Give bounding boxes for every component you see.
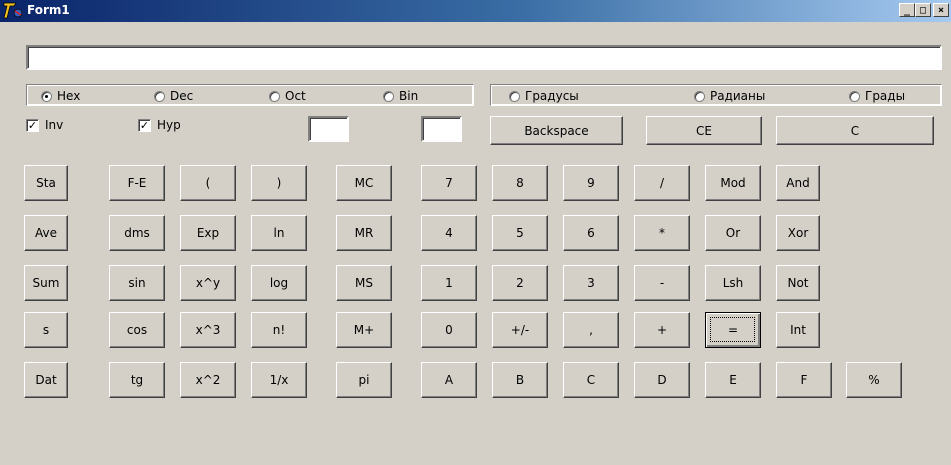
equals-button[interactable]: =: [705, 312, 761, 348]
digit-4-button[interactable]: 4: [421, 215, 477, 251]
checkbox-hyp-box[interactable]: ✓: [138, 118, 151, 132]
maximize-button[interactable]: □: [915, 3, 931, 17]
title-bar[interactable]: Form1 _ □ ×: [0, 0, 951, 22]
radio-radians-label: Радианы: [710, 89, 766, 103]
digit-0-button[interactable]: 0: [421, 312, 477, 348]
checkbox-inv-label: Inv: [45, 118, 64, 132]
memory-indicator-box: [308, 116, 349, 142]
window-title: Form1: [27, 3, 70, 17]
radio-oct-dot[interactable]: [269, 90, 280, 102]
mc-button[interactable]: MC: [336, 165, 392, 201]
subtract-button[interactable]: -: [634, 265, 690, 301]
radio-hex[interactable]: Hex: [41, 89, 80, 103]
hex-e-button[interactable]: E: [705, 362, 761, 398]
backspace-button[interactable]: Backspace: [490, 116, 623, 145]
fe-button[interactable]: F-E: [109, 165, 165, 201]
checkbox-inv-box[interactable]: ✓: [26, 118, 39, 132]
x-squared-button[interactable]: x^2: [180, 362, 236, 398]
display-field[interactable]: [26, 45, 942, 70]
digit-5-button[interactable]: 5: [492, 215, 548, 251]
digit-6-button[interactable]: 6: [563, 215, 619, 251]
xor-button[interactable]: Xor: [776, 215, 820, 251]
and-button[interactable]: And: [776, 165, 820, 201]
reciprocal-button[interactable]: 1/x: [251, 362, 307, 398]
radio-grads-label: Грады: [865, 89, 906, 103]
divide-button[interactable]: /: [634, 165, 690, 201]
radio-oct-label: Oct: [285, 89, 306, 103]
ln-button[interactable]: ln: [251, 215, 307, 251]
angle-unit-group: Градусы Радианы Грады: [490, 84, 942, 106]
or-button[interactable]: Or: [705, 215, 761, 251]
sta-button[interactable]: Sta: [24, 165, 68, 201]
mod-button[interactable]: Mod: [705, 165, 761, 201]
percent-button[interactable]: %: [846, 362, 902, 398]
radio-grads-dot[interactable]: [849, 90, 860, 102]
radio-degrees[interactable]: Градусы: [509, 89, 579, 103]
x-pow-y-button[interactable]: x^y: [180, 265, 236, 301]
radio-degrees-label: Градусы: [525, 89, 579, 103]
sin-button[interactable]: sin: [109, 265, 165, 301]
digit-2-button[interactable]: 2: [492, 265, 548, 301]
ave-button[interactable]: Ave: [24, 215, 68, 251]
x-cubed-button[interactable]: x^3: [180, 312, 236, 348]
log-button[interactable]: log: [251, 265, 307, 301]
radio-hex-dot[interactable]: [41, 90, 52, 102]
radio-radians-dot[interactable]: [694, 90, 705, 102]
radio-dec-label: Dec: [170, 89, 194, 103]
open-paren-button[interactable]: (: [180, 165, 236, 201]
hex-f-button[interactable]: F: [776, 362, 832, 398]
radio-hex-label: Hex: [57, 89, 81, 103]
checkbox-hyp[interactable]: ✓ Hyp: [138, 118, 181, 132]
tg-button[interactable]: tg: [109, 362, 165, 398]
minimize-button[interactable]: _: [899, 3, 915, 17]
radio-bin-dot[interactable]: [383, 90, 394, 102]
dat-button[interactable]: Dat: [24, 362, 68, 398]
digit-3-button[interactable]: 3: [563, 265, 619, 301]
ce-button[interactable]: CE: [646, 116, 762, 145]
focus-ring: [710, 317, 755, 342]
close-paren-button[interactable]: ): [251, 165, 307, 201]
m-plus-button[interactable]: M+: [336, 312, 392, 348]
int-button[interactable]: Int: [776, 312, 820, 348]
mr-button[interactable]: MR: [336, 215, 392, 251]
exp-button[interactable]: Exp: [180, 215, 236, 251]
c-button[interactable]: C: [776, 116, 934, 145]
hex-c-button[interactable]: C: [563, 362, 619, 398]
cos-button[interactable]: cos: [109, 312, 165, 348]
radio-bin[interactable]: Bin: [383, 89, 418, 103]
hex-a-button[interactable]: A: [421, 362, 477, 398]
digit-9-button[interactable]: 9: [563, 165, 619, 201]
add-button[interactable]: +: [634, 312, 690, 348]
digit-7-button[interactable]: 7: [421, 165, 477, 201]
lsh-button[interactable]: Lsh: [705, 265, 761, 301]
number-base-group: Hex Dec Oct Bin: [26, 84, 474, 106]
not-button[interactable]: Not: [776, 265, 820, 301]
radio-dec[interactable]: Dec: [154, 89, 193, 103]
digit-8-button[interactable]: 8: [492, 165, 548, 201]
checkbox-hyp-label: Hyp: [157, 118, 181, 132]
digit-1-button[interactable]: 1: [421, 265, 477, 301]
radio-dec-dot[interactable]: [154, 90, 165, 102]
radio-radians[interactable]: Радианы: [694, 89, 765, 103]
multiply-button[interactable]: *: [634, 215, 690, 251]
hex-b-button[interactable]: B: [492, 362, 548, 398]
delphi-app-icon: [3, 2, 23, 19]
radio-degrees-dot[interactable]: [509, 90, 520, 102]
ms-button[interactable]: MS: [336, 265, 392, 301]
dms-button[interactable]: dms: [109, 215, 165, 251]
close-button[interactable]: ×: [933, 3, 949, 17]
sum-button[interactable]: Sum: [24, 265, 68, 301]
radio-grads[interactable]: Грады: [849, 89, 905, 103]
radio-oct[interactable]: Oct: [269, 89, 306, 103]
plus-minus-button[interactable]: +/-: [492, 312, 548, 348]
hex-d-button[interactable]: D: [634, 362, 690, 398]
factorial-button[interactable]: n!: [251, 312, 307, 348]
paren-indicator-box: [421, 116, 462, 142]
pi-button[interactable]: pi: [336, 362, 392, 398]
s-button[interactable]: s: [24, 312, 68, 348]
checkbox-inv[interactable]: ✓ Inv: [26, 118, 63, 132]
radio-bin-label: Bin: [399, 89, 419, 103]
decimal-button[interactable]: ,: [563, 312, 619, 348]
